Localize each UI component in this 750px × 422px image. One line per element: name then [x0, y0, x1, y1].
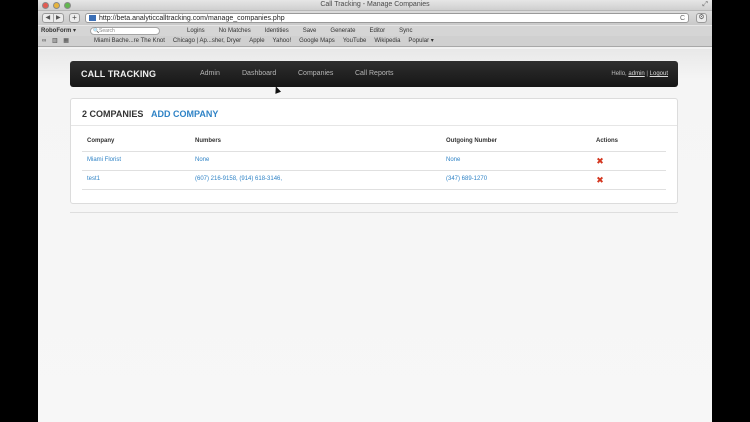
back-button[interactable]: ◀: [43, 14, 53, 22]
title-bar: Call Tracking - Manage Companies ⤢: [38, 0, 712, 11]
bookmark-item[interactable]: Wikipedia: [370, 37, 404, 45]
browser-window: Call Tracking - Manage Companies ⤢ ◀ ▶ +…: [38, 0, 712, 422]
bookmark-item[interactable]: Popular ▾: [404, 37, 437, 45]
url-text[interactable]: http://beta.analyticcalltracking.com/man…: [99, 14, 285, 23]
roboform-menu[interactable]: RoboForm ▾: [41, 27, 76, 35]
app-header: CALL TRACKING Admin Dashboard Companies …: [70, 61, 678, 87]
bookmark-item[interactable]: Yahoo!: [269, 37, 296, 45]
page-content: CALL TRACKING Admin Dashboard Companies …: [38, 49, 712, 422]
search-icon: 🔍: [93, 28, 100, 34]
divider: [82, 170, 666, 171]
history-buttons: ◀ ▶: [42, 13, 64, 23]
bookmark-items: Miami Bache...re The Knot Chicago | Ap..…: [90, 37, 438, 45]
bookmark-item[interactable]: Google Maps: [295, 37, 339, 45]
fullscreen-icon[interactable]: ⤢: [702, 1, 708, 9]
roboform-item[interactable]: Identities: [258, 27, 296, 35]
add-company-link[interactable]: ADD COMPANY: [151, 109, 218, 119]
outgoing-number-link[interactable]: None: [446, 157, 460, 163]
bookmark-item[interactable]: Apple: [245, 37, 268, 45]
user-separator: |: [646, 71, 648, 77]
nav-item-dashboard[interactable]: Dashboard: [242, 61, 276, 87]
numbers-link[interactable]: None: [195, 157, 209, 163]
company-name-link[interactable]: Miami Florist: [87, 157, 121, 163]
user-info: Hello, admin | Logout: [611, 61, 668, 87]
roboform-item[interactable]: Editor: [362, 27, 392, 35]
reload-icon[interactable]: C: [680, 14, 685, 23]
roboform-item[interactable]: Sync: [392, 27, 419, 35]
settings-gear-icon[interactable]: ⚙: [696, 13, 707, 23]
column-header-outgoing: Outgoing Number: [446, 138, 497, 144]
roboform-item[interactable]: Generate: [323, 27, 362, 35]
divider: [71, 125, 677, 126]
divider: [82, 151, 666, 152]
username-link[interactable]: admin: [628, 71, 644, 77]
forward-button[interactable]: ▶: [52, 14, 64, 22]
logout-link[interactable]: Logout: [650, 71, 668, 77]
divider: [82, 189, 666, 190]
nav-item-companies[interactable]: Companies: [298, 61, 333, 87]
bookmark-item[interactable]: Chicago | Ap...sher, Dryer: [169, 37, 245, 45]
window-title: Call Tracking - Manage Companies: [320, 1, 430, 8]
roboform-item[interactable]: Logins: [180, 27, 212, 35]
column-header-actions: Actions: [596, 138, 619, 144]
greeting-text: Hello,: [611, 71, 627, 77]
divider: [70, 212, 678, 213]
address-bar[interactable]: http://beta.analyticcalltracking.com/man…: [85, 13, 689, 23]
companies-count-heading: 2 COMPANIES: [82, 109, 144, 119]
outgoing-number-link[interactable]: (347) 689-1270: [446, 176, 487, 182]
browser-toolbar: ◀ ▶ + http://beta.analyticcalltracking.c…: [38, 11, 712, 25]
roboform-item[interactable]: Save: [296, 27, 324, 35]
bookmark-item[interactable]: Miami Bache...re The Knot: [90, 37, 169, 45]
favicon-icon: [89, 15, 96, 21]
bookmark-item[interactable]: YouTube: [339, 37, 371, 45]
roboform-items: Logins No Matches Identities Save Genera…: [180, 27, 419, 35]
roboform-item[interactable]: No Matches: [212, 27, 258, 35]
companies-panel: 2 COMPANIES ADD COMPANY Company Numbers …: [70, 98, 678, 204]
roboform-search-placeholder: Search: [99, 28, 115, 34]
roboform-search-input[interactable]: 🔍 Search: [90, 27, 160, 35]
column-header-company: Company: [87, 138, 115, 144]
company-name-link[interactable]: test1: [87, 176, 100, 182]
reading-list-icon[interactable]: ∞ ▥ ▦: [42, 37, 71, 45]
new-tab-button[interactable]: +: [69, 13, 80, 23]
bookmarks-bar: ∞ ▥ ▦ Miami Bache...re The Knot Chicago …: [38, 36, 712, 47]
nav-item-call-reports[interactable]: Call Reports: [355, 61, 394, 87]
brand-logo[interactable]: CALL TRACKING: [81, 61, 156, 87]
delete-icon[interactable]: ✖: [596, 176, 604, 185]
delete-icon[interactable]: ✖: [596, 157, 604, 166]
roboform-toolbar: RoboForm ▾ 🔍 Search Logins No Matches Id…: [38, 25, 712, 36]
nav-item-admin[interactable]: Admin: [200, 61, 220, 87]
column-header-numbers: Numbers: [195, 138, 222, 144]
numbers-link[interactable]: (607) 216-9158, (914) 618-3146,: [195, 176, 282, 182]
